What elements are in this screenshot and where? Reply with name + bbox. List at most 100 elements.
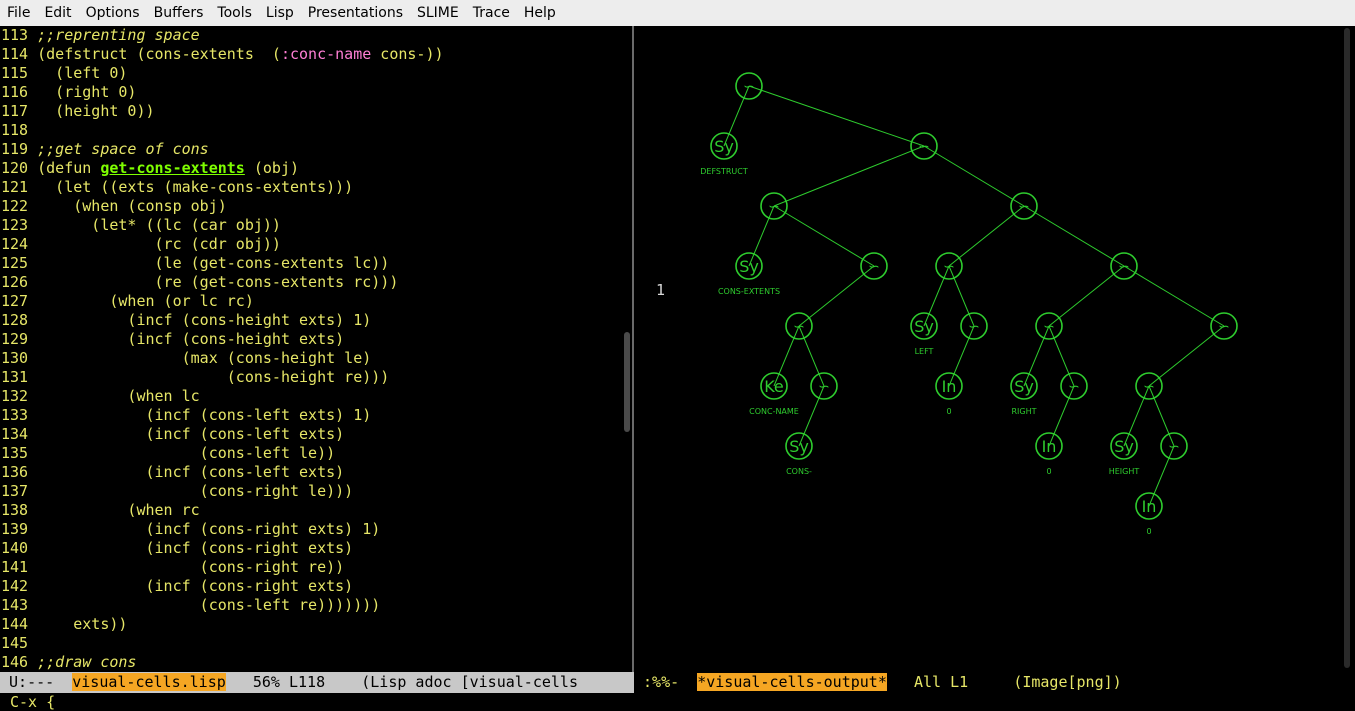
code-line[interactable]: 114 (defstruct (cons-extents (:conc-name…	[0, 45, 622, 64]
code-line[interactable]: 125 (le (get-cons-extents lc))	[0, 254, 622, 273]
code-line[interactable]: 130 (max (cons-height le)	[0, 349, 622, 368]
mode-line-left[interactable]: U:--- visual-cells.lisp 56% L118 (Lisp a…	[0, 672, 634, 693]
svg-text:∽: ∽	[1118, 259, 1130, 275]
tree-edge	[748, 85, 925, 147]
minibuffer[interactable]: C-x {	[0, 693, 1355, 711]
line-number: 144	[1, 615, 29, 633]
right-scrollbar[interactable]	[1340, 26, 1355, 672]
code-token: (incf (cons-height exts)	[37, 330, 345, 348]
code-line[interactable]: 129 (incf (cons-height exts)	[0, 330, 622, 349]
left-scrollbar-thumb[interactable]	[624, 332, 630, 432]
left-scrollbar[interactable]	[622, 26, 632, 672]
tree-edge	[773, 205, 875, 267]
code-line[interactable]: 141 (cons-right re))	[0, 558, 622, 577]
svg-text:∽: ∽	[968, 319, 980, 335]
svg-text:∽: ∽	[818, 379, 830, 395]
code-line[interactable]: 134 (incf (cons-left exts)	[0, 425, 622, 444]
line-number: 120	[1, 159, 29, 177]
modeline-mode[interactable]: (Image[png])	[1013, 673, 1121, 691]
code-token: (incf (cons-right exts) 1)	[37, 520, 381, 538]
code-line[interactable]: 136 (incf (cons-left exts)	[0, 463, 622, 482]
leaf-node: In 0	[1135, 492, 1163, 536]
code-line[interactable]: 113 ;;reprenting space	[0, 26, 622, 45]
image-output-pane[interactable]: 1 ∽ ∽ ∽ ∽ ∽ ∽ ∽ ∽ ∽ ∽ ∽ ∽ ∽ ∽ ∽ Sy DEFSTRUCT Sy CONS-EXTEN…	[634, 26, 1340, 672]
right-scrollbar-thumb[interactable]	[1344, 28, 1350, 668]
code-line[interactable]: 120 (defun get-cons-extents (obj)	[0, 159, 622, 178]
line-number: 137	[1, 482, 29, 500]
code-line[interactable]: 117 (height 0))	[0, 102, 622, 121]
code-token: (cons-right le)))	[37, 482, 354, 500]
code-editor-pane[interactable]: 113 ;;reprenting space 114 (defstruct (co…	[0, 26, 622, 672]
code-line[interactable]: 121 (let ((exts (make-cons-extents)))	[0, 178, 622, 197]
code-line[interactable]: 119 ;;get space of cons	[0, 140, 622, 159]
line-number: 136	[1, 463, 29, 481]
code-line[interactable]: 132 (when lc	[0, 387, 622, 406]
menu-help[interactable]: Help	[517, 0, 563, 26]
code-token: (incf (cons-right exts)	[37, 539, 354, 557]
code-text[interactable]: 113 ;;reprenting space 114 (defstruct (co…	[0, 26, 622, 672]
code-line[interactable]: 145	[0, 634, 622, 653]
tree-edge	[948, 205, 1025, 267]
code-line[interactable]: 133 (incf (cons-left exts) 1)	[0, 406, 622, 425]
menu-presentations[interactable]: Presentations	[301, 0, 410, 26]
code-line[interactable]: 135 (cons-left le))	[0, 444, 622, 463]
code-line[interactable]: 142 (incf (cons-right exts)	[0, 577, 622, 596]
cons-cell-node: ∽	[1060, 372, 1088, 400]
modeline-position: All L1	[886, 673, 1014, 691]
line-number: 116	[1, 83, 29, 101]
tree-edge	[798, 325, 825, 387]
line-number: 121	[1, 178, 29, 196]
menu-options[interactable]: Options	[79, 0, 147, 26]
code-token: (cons-left re)))))))	[37, 596, 381, 614]
code-line[interactable]: 115 (left 0)	[0, 64, 622, 83]
leaf-node: Sy CONS-	[785, 432, 813, 476]
code-line[interactable]: 127 (when (or lc rc)	[0, 292, 622, 311]
menu-tools[interactable]: Tools	[210, 0, 259, 26]
menu-lisp[interactable]: Lisp	[259, 0, 301, 26]
code-token: (when lc	[37, 387, 200, 405]
code-token: ;;reprenting space	[37, 26, 200, 44]
modeline-buffer-name[interactable]: *visual-cells-output*	[697, 673, 887, 691]
code-line[interactable]: 126 (re (get-cons-extents rc)))	[0, 273, 622, 292]
menu-edit[interactable]: Edit	[37, 0, 78, 26]
mode-line-right[interactable]: :%%- *visual-cells-output* All L1 (Image…	[634, 672, 1355, 693]
leaf-label: 0	[946, 407, 951, 416]
code-token: (rc (cdr obj))	[37, 235, 281, 253]
code-line[interactable]: 139 (incf (cons-right exts) 1)	[0, 520, 622, 539]
code-line[interactable]: 143 (cons-left re)))))))	[0, 596, 622, 615]
code-line[interactable]: 137 (cons-right le)))	[0, 482, 622, 501]
code-token: (when (or lc rc)	[37, 292, 254, 310]
code-line[interactable]: 138 (when rc	[0, 501, 622, 520]
code-line[interactable]: 128 (incf (cons-height exts) 1)	[0, 311, 622, 330]
code-line[interactable]: 122 (when (consp obj)	[0, 197, 622, 216]
line-number: 134	[1, 425, 29, 443]
code-line[interactable]: 146 ;;draw cons	[0, 653, 622, 672]
code-token: (re (get-cons-extents rc)))	[37, 273, 399, 291]
code-token: (cons-height re)))	[37, 368, 390, 386]
code-line[interactable]: 131 (cons-height re)))	[0, 368, 622, 387]
menu-trace[interactable]: Trace	[466, 0, 517, 26]
modeline-mode[interactable]: (Lisp adoc [visual-cells	[361, 673, 578, 691]
leaf-type-glyph: Sy	[1114, 437, 1134, 456]
code-line[interactable]: 116 (right 0)	[0, 83, 622, 102]
code-line[interactable]: 118	[0, 121, 622, 140]
code-token: cons-))	[371, 45, 444, 63]
menu-buffers[interactable]: Buffers	[147, 0, 211, 26]
code-line[interactable]: 124 (rc (cdr obj))	[0, 235, 622, 254]
menu-slime[interactable]: SLIME	[410, 0, 466, 26]
leaf-type-glyph: Sy	[914, 317, 934, 336]
code-token: (incf (cons-left exts)	[37, 463, 345, 481]
modeline-buffer-name[interactable]: visual-cells.lisp	[72, 673, 226, 691]
code-line[interactable]: 144 exts))	[0, 615, 622, 634]
line-number: 124	[1, 235, 29, 253]
menu-file[interactable]: File	[0, 0, 37, 26]
leaf-type-glyph: Ke	[764, 377, 784, 396]
modeline-position: 56% L118	[225, 673, 362, 691]
svg-text:∽: ∽	[918, 139, 930, 155]
code-line[interactable]: 140 (incf (cons-right exts)	[0, 539, 622, 558]
code-line[interactable]: 123 (let* ((lc (car obj))	[0, 216, 622, 235]
code-token: (incf (cons-left exts)	[37, 425, 345, 443]
cons-cell-node: ∽	[935, 252, 963, 280]
svg-text:∽: ∽	[743, 79, 755, 95]
code-token: (height 0))	[37, 102, 155, 120]
